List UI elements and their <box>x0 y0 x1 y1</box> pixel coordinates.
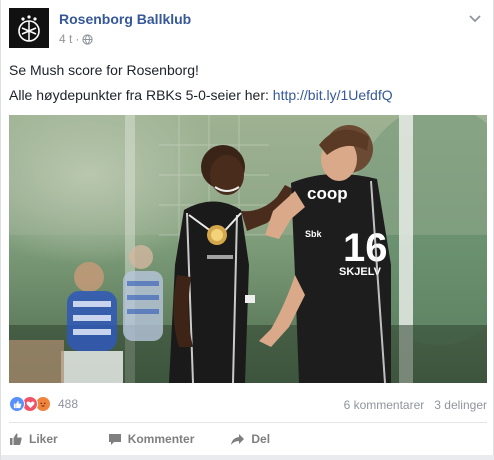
post-actions: Liker Kommenter Del <box>9 426 487 452</box>
post-photo[interactable]: coop 16 SKJELV Sbk <box>9 115 487 383</box>
page-name-link[interactable]: Rosenborg Ballklub <box>59 11 191 27</box>
share-arrow-icon <box>231 433 245 445</box>
post-meta: 4 t · <box>59 32 93 46</box>
share-button[interactable]: Del <box>230 426 270 452</box>
post-time[interactable]: 4 t <box>59 32 72 46</box>
page-avatar[interactable] <box>9 8 49 48</box>
comment-bubble-icon <box>108 433 121 445</box>
like-icon <box>9 396 25 412</box>
meta-separator: · <box>75 32 80 46</box>
stats-right: 6 kommentarer 3 delinger <box>344 398 487 412</box>
post-options-chevron-icon[interactable] <box>467 12 483 26</box>
photo-sponsor-text: coop <box>307 184 348 203</box>
post-text-line-2: Alle høydepunkter fra RBKs 5-0-seier her… <box>9 83 487 108</box>
comment-label: Kommenter <box>127 432 195 446</box>
comment-button[interactable]: Kommenter <box>108 426 195 452</box>
share-label: Del <box>251 432 271 446</box>
like-label: Liker <box>29 432 58 446</box>
feed-gap <box>1 455 494 460</box>
post-body: Se Mush score for Rosenborg! Alle høydep… <box>9 58 487 108</box>
rosenborg-logo-icon <box>9 8 49 48</box>
reactions-summary[interactable]: 488 <box>9 396 78 412</box>
photo-kit-brand: Sbk <box>305 229 323 239</box>
thumbs-up-icon <box>10 433 22 445</box>
post-header: Rosenborg Ballklub 4 t · <box>9 8 487 52</box>
reaction-count[interactable]: 488 <box>58 397 78 411</box>
like-button[interactable]: Liker <box>9 426 58 452</box>
post-text-prefix: Alle høydepunkter fra RBKs 5-0-seier her… <box>9 87 269 103</box>
comment-count[interactable]: 6 kommentarer <box>344 398 425 412</box>
photo-shirt-number: 16 <box>343 226 388 270</box>
post-card: Rosenborg Ballklub 4 t · Se Mush score f… <box>0 0 494 460</box>
post-link[interactable]: http://bit.ly/1UefdfQ <box>273 87 393 103</box>
photo-shirt-name: SKJELV <box>339 266 382 278</box>
actions-divider <box>9 422 487 423</box>
share-count[interactable]: 3 delinger <box>434 398 487 412</box>
globe-icon <box>82 33 93 45</box>
post-text-line-1: Se Mush score for Rosenborg! <box>9 62 199 78</box>
soccer-players-photo: coop 16 SKJELV Sbk <box>9 115 487 383</box>
post-stats: 488 6 kommentarer 3 delinger <box>9 394 487 416</box>
